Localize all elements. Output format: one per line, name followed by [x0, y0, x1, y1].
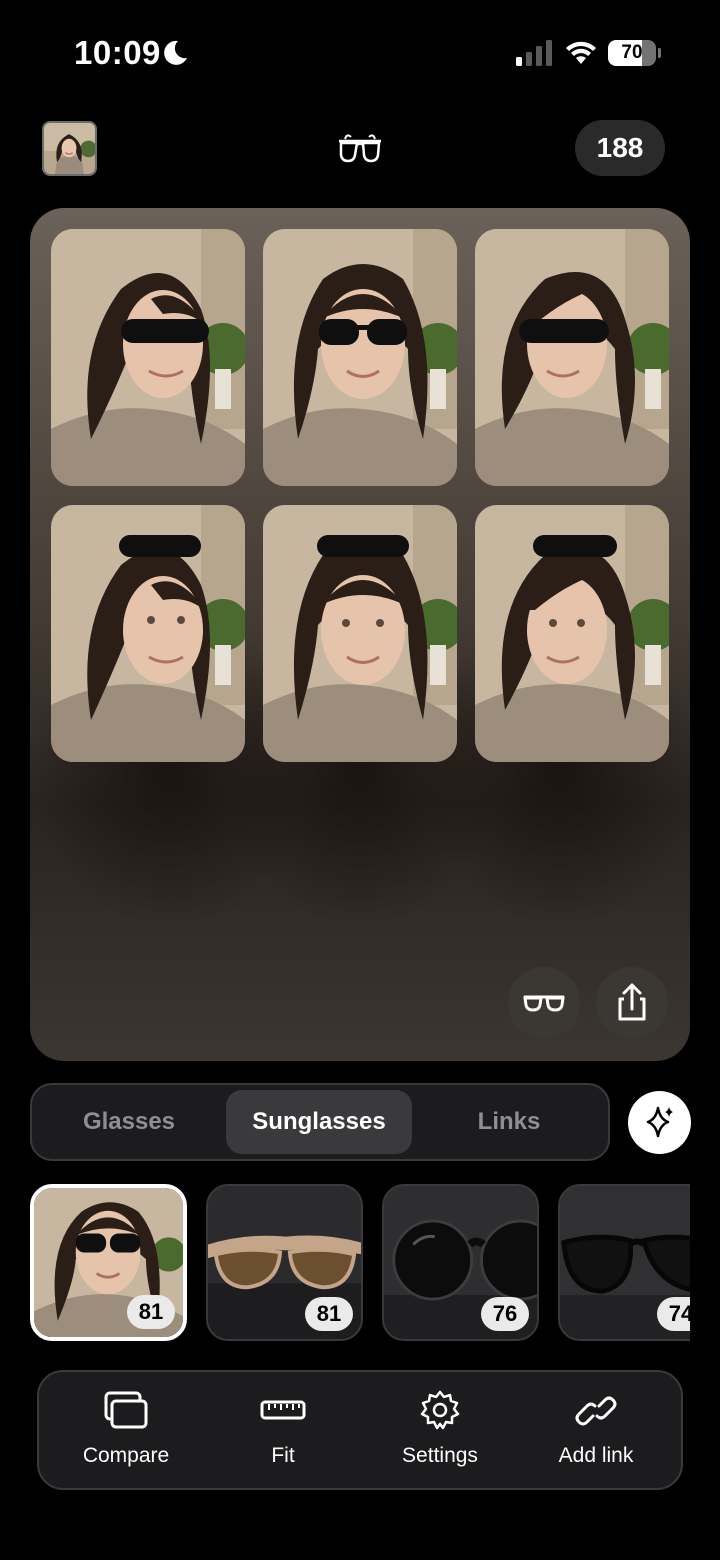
style-thumbnails: 81 81 76 7 [30, 1184, 690, 1342]
portrait-image [475, 229, 669, 486]
tryon-photo[interactable] [475, 229, 669, 486]
cellular-signal-icon [516, 40, 552, 66]
battery-body: 70 [608, 40, 656, 66]
screen: 10:09 70 188 Glasses Sunglasses Links 81… [0, 0, 720, 1560]
tryon-photo[interactable] [263, 229, 457, 486]
compare-label: Compare [82, 1444, 170, 1467]
status-time: 10:09 [74, 34, 161, 71]
thumbnail-sunglasses[interactable]: 81 [206, 1184, 363, 1341]
tryon-gallery [30, 208, 690, 1061]
portrait-image [263, 229, 457, 486]
tab-links[interactable]: Links [416, 1090, 602, 1154]
profile-avatar-button[interactable] [42, 121, 97, 176]
bottom-toolbar: Compare Fit Settings Add link [37, 1370, 683, 1490]
match-score-badge: 81 [127, 1295, 175, 1329]
tryon-photo[interactable] [51, 229, 245, 486]
settings-button[interactable]: Settings [365, 1372, 515, 1488]
gear-icon [420, 1390, 460, 1430]
fit-button[interactable]: Fit [208, 1372, 358, 1488]
compare-icon [104, 1391, 148, 1429]
glasses-toggle-icon [523, 995, 565, 1012]
credits-badge[interactable]: 188 [575, 120, 665, 176]
tab-glasses[interactable]: Glasses [36, 1090, 222, 1154]
battery-icon: 70 [608, 40, 661, 66]
thumbnail-sunglasses[interactable]: 74 [558, 1184, 690, 1341]
settings-label: Settings [402, 1444, 478, 1467]
fit-label: Fit [271, 1444, 295, 1467]
tryon-photo[interactable] [475, 505, 669, 762]
status-bar: 10:09 70 [0, 0, 720, 105]
share-icon [618, 983, 646, 1021]
sparkles-icon [646, 1106, 673, 1138]
portrait-image [51, 505, 245, 762]
tryon-photo[interactable] [51, 505, 245, 762]
match-score-badge: 81 [305, 1297, 353, 1331]
profile-photo [44, 123, 95, 174]
battery-tip [658, 48, 661, 58]
magic-button[interactable] [628, 1091, 691, 1154]
share-button[interactable] [596, 967, 668, 1039]
add-link-button[interactable]: Add link [521, 1372, 671, 1488]
ruler-icon [260, 1400, 306, 1420]
thumbnail-sunglasses[interactable]: 76 [382, 1184, 539, 1341]
thumbnail-portrait[interactable]: 81 [30, 1184, 187, 1341]
tab-sunglasses[interactable]: Sunglasses [226, 1090, 412, 1154]
moon-icon [164, 40, 187, 65]
portrait-image [51, 229, 245, 486]
battery-level: 70 [621, 42, 643, 63]
portrait-image [475, 505, 669, 762]
glasses-toggle-button[interactable] [508, 967, 580, 1039]
wifi-icon [566, 41, 596, 64]
glasses-logo-icon [339, 134, 381, 163]
portrait-image [263, 505, 457, 762]
link-icon [575, 1396, 617, 1426]
tryon-photo[interactable] [263, 505, 457, 762]
category-tabs: Glasses Sunglasses Links [30, 1083, 610, 1161]
add-link-label: Add link [558, 1444, 634, 1467]
match-score-badge: 76 [481, 1297, 529, 1331]
compare-button[interactable]: Compare [51, 1372, 201, 1488]
match-score-badge: 74 [657, 1297, 690, 1331]
